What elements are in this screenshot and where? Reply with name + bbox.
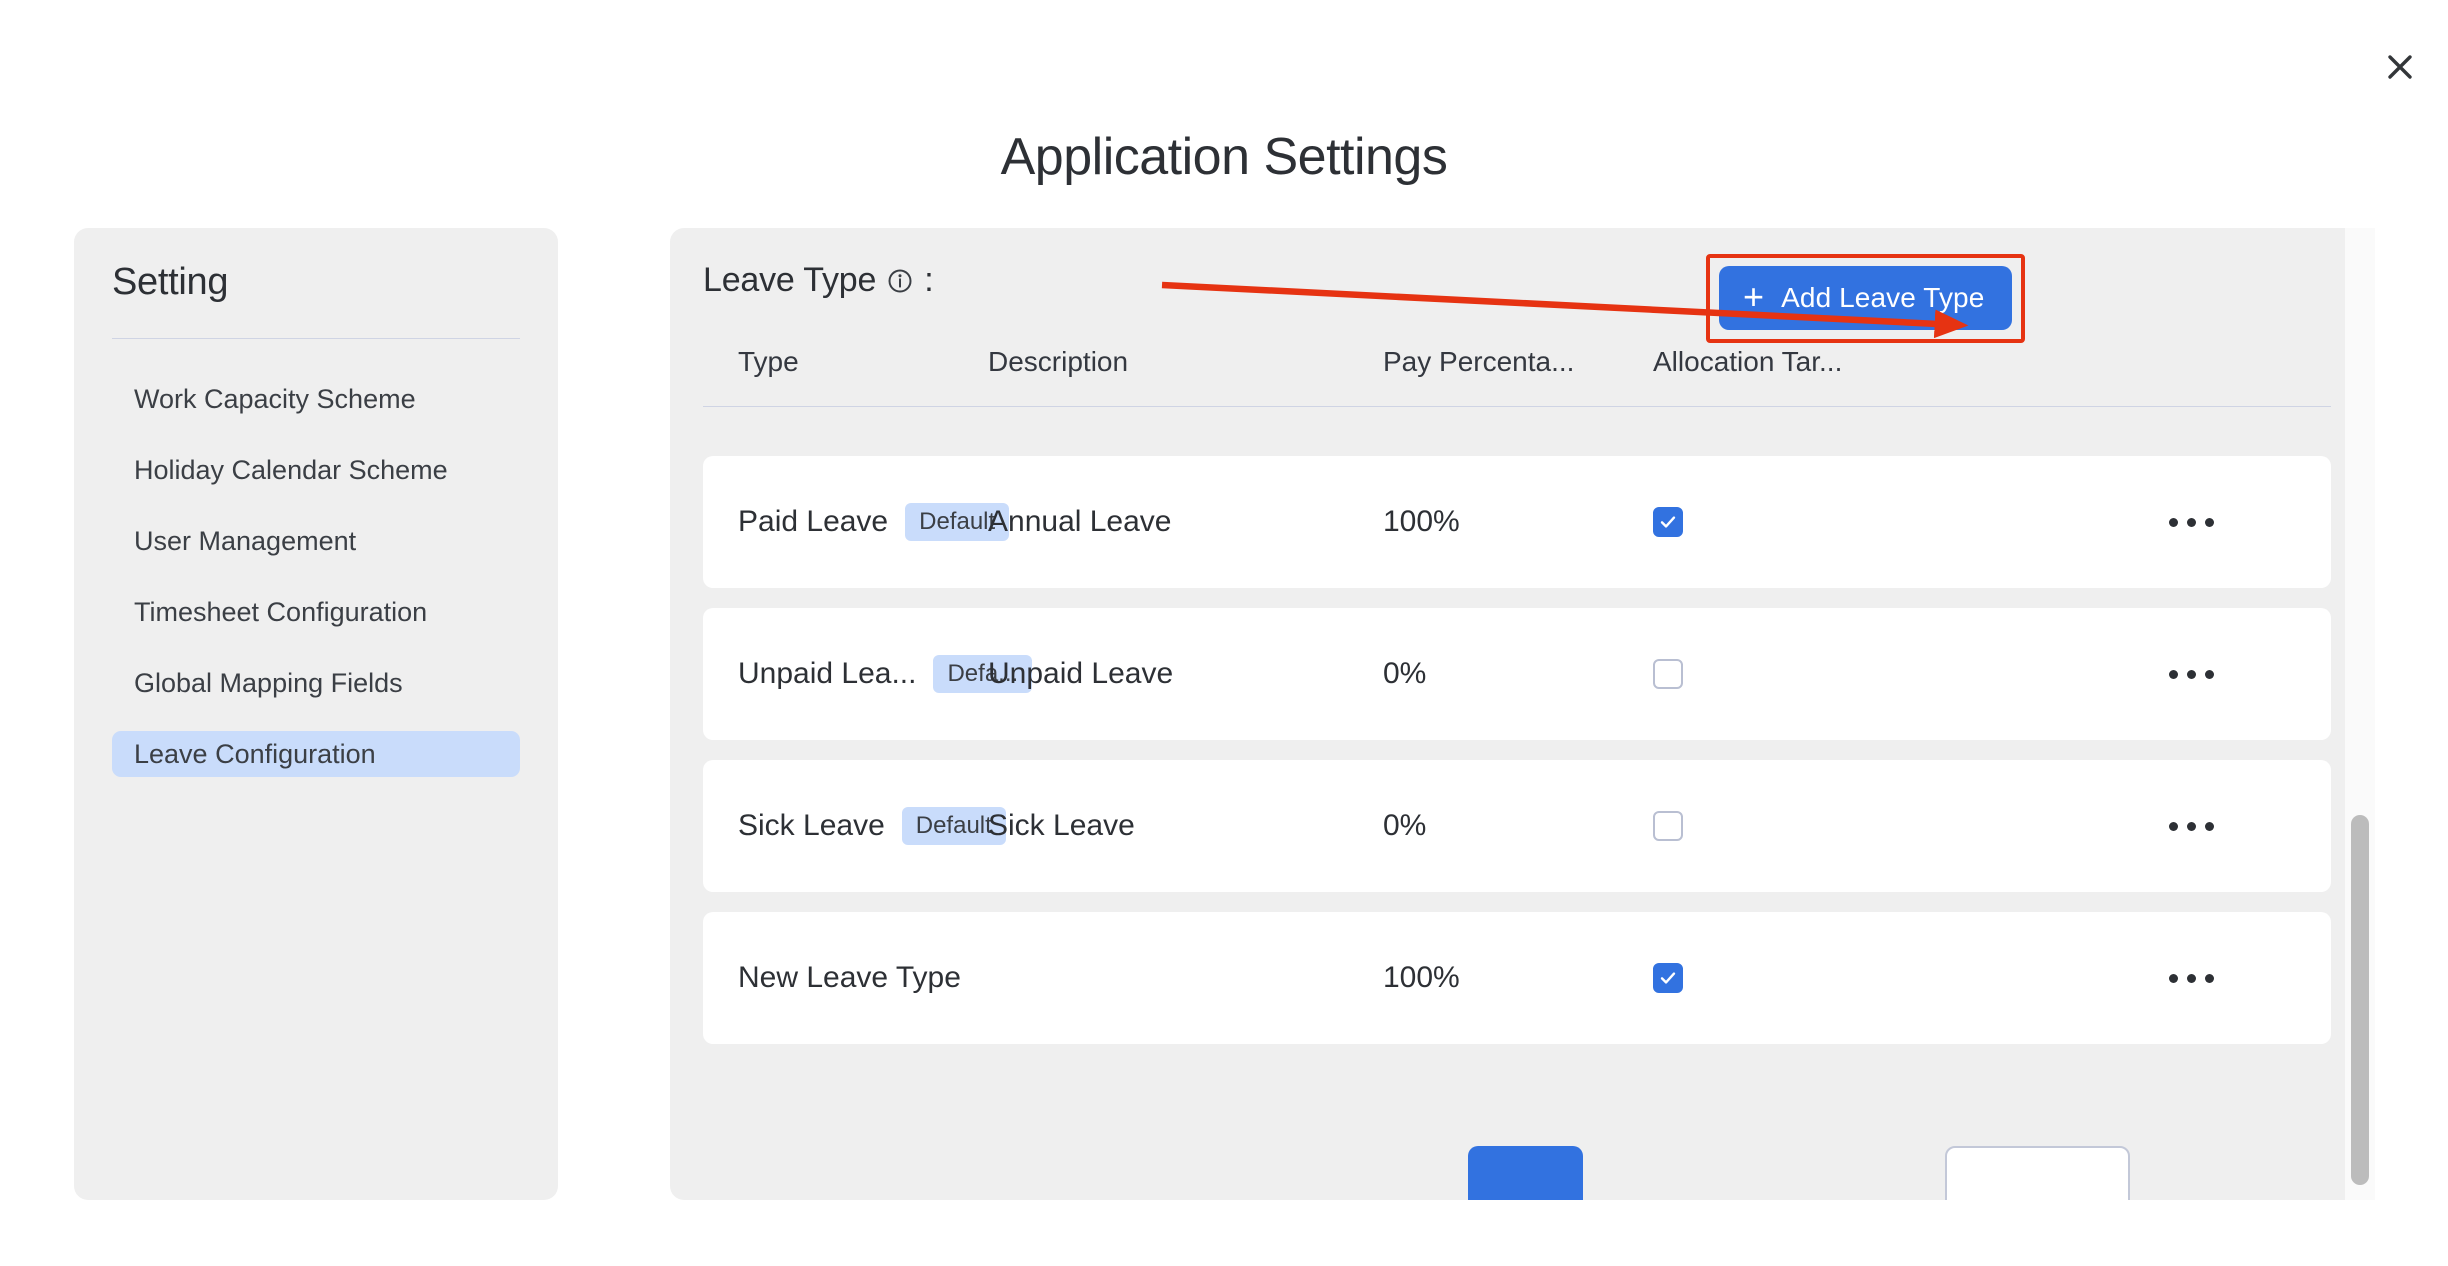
sidebar-item-label: Holiday Calendar Scheme	[134, 454, 448, 485]
cell-allocation-target	[1653, 456, 1683, 588]
table-row[interactable]: New Leave Type 100%	[703, 912, 2331, 1044]
column-header-allocation-target: Allocation Tar...	[1653, 346, 1843, 377]
cell-description: Annual Leave	[988, 505, 1172, 538]
cell-allocation-target	[1653, 608, 1683, 740]
column-header-pay-percentage: Pay Percenta...	[1383, 346, 1575, 377]
sidebar-item-timesheet-configuration[interactable]: Timesheet Configuration	[112, 589, 520, 635]
close-icon[interactable]	[2373, 40, 2427, 94]
cell-pay-percentage: 100%	[1383, 961, 1460, 994]
section-title-colon: :	[924, 261, 934, 299]
leave-type-name: New Leave Type	[738, 961, 961, 994]
sidebar-item-label: User Management	[134, 525, 357, 556]
ellipsis-icon[interactable]	[2163, 964, 2220, 993]
cell-row-menu	[2163, 760, 2220, 892]
table-row[interactable]: Unpaid Lea... Defa... Unpaid Leave 0%	[703, 608, 2331, 740]
leave-type-name: Unpaid Lea...	[738, 657, 917, 690]
allocation-target-checkbox[interactable]	[1653, 659, 1683, 689]
info-circle-icon[interactable]	[887, 268, 913, 294]
leave-configuration-panel: Leave Type : + Add Leave Type Type Descr…	[670, 228, 2364, 1200]
allocation-target-checkbox[interactable]	[1653, 507, 1683, 537]
cell-allocation-target	[1653, 760, 1683, 892]
section-title: Leave Type	[703, 261, 877, 299]
table-header-row: Type Description Pay Percenta... Allocat…	[703, 334, 2331, 407]
leave-type-name: Sick Leave	[738, 809, 885, 842]
allocation-target-checkbox[interactable]	[1653, 963, 1683, 993]
cell-pay-percentage: 100%	[1383, 505, 1460, 538]
cell-type: Paid Leave Default	[738, 456, 1010, 588]
table-row[interactable]: Sick Leave Default Sick Leave 0%	[703, 760, 2331, 892]
cell-description: Unpaid Leave	[988, 657, 1174, 690]
viewport-bottom-edge	[0, 1200, 2448, 1266]
column-header-type: Type	[738, 346, 799, 377]
sidebar-item-label: Timesheet Configuration	[134, 596, 428, 627]
add-leave-type-label: Add Leave Type	[1781, 282, 1985, 313]
table-row[interactable]: Paid Leave Default Annual Leave 100%	[703, 456, 2331, 588]
plus-icon: +	[1743, 275, 1765, 317]
sidebar-item-user-management[interactable]: User Management	[112, 518, 520, 564]
cell-pay-percentage: 0%	[1383, 657, 1427, 690]
add-leave-type-button[interactable]: + Add Leave Type	[1719, 266, 2013, 330]
settings-sidebar: Setting Work Capacity Scheme Holiday Cal…	[74, 228, 558, 1200]
allocation-target-checkbox[interactable]	[1653, 811, 1683, 841]
sidebar-item-label: Leave Configuration	[134, 738, 376, 769]
sidebar-item-leave-configuration[interactable]: Leave Configuration	[112, 731, 520, 777]
cell-row-menu	[2163, 456, 2220, 588]
cell-allocation-target	[1653, 912, 1683, 1044]
sidebar-item-work-capacity-scheme[interactable]: Work Capacity Scheme	[112, 376, 520, 422]
footer-secondary-button[interactable]	[1945, 1146, 2130, 1200]
footer-actions	[703, 1146, 2331, 1200]
column-header-description: Description	[988, 346, 1129, 377]
sidebar-divider	[112, 338, 520, 339]
cell-row-menu	[2163, 912, 2220, 1044]
cell-pay-percentage: 0%	[1383, 809, 1427, 842]
sidebar-item-label: Global Mapping Fields	[134, 667, 403, 698]
cell-type: New Leave Type	[738, 912, 961, 1044]
add-leave-type-highlight: + Add Leave Type	[1706, 254, 2026, 343]
cell-row-menu	[2163, 608, 2220, 740]
cell-type: Sick Leave Default	[738, 760, 1006, 892]
cell-description: Sick Leave	[988, 809, 1135, 842]
sidebar-item-label: Work Capacity Scheme	[134, 383, 416, 414]
ellipsis-icon[interactable]	[2163, 660, 2220, 689]
section-header: Leave Type :	[703, 261, 934, 300]
page-title: Application Settings	[1000, 128, 1448, 186]
ellipsis-icon[interactable]	[2163, 508, 2220, 537]
footer-primary-button[interactable]	[1468, 1146, 1583, 1200]
sidebar-item-list: Work Capacity Scheme Holiday Calendar Sc…	[74, 376, 558, 802]
sidebar-title: Setting	[112, 261, 229, 303]
ellipsis-icon[interactable]	[2163, 812, 2220, 841]
vertical-scrollbar-thumb[interactable]	[2351, 815, 2369, 1185]
leave-type-list: Paid Leave Default Annual Leave 100% Unp…	[703, 456, 2331, 1064]
leave-type-name: Paid Leave	[738, 505, 889, 538]
sidebar-item-holiday-calendar-scheme[interactable]: Holiday Calendar Scheme	[112, 447, 520, 493]
sidebar-item-global-mapping-fields[interactable]: Global Mapping Fields	[112, 660, 520, 706]
